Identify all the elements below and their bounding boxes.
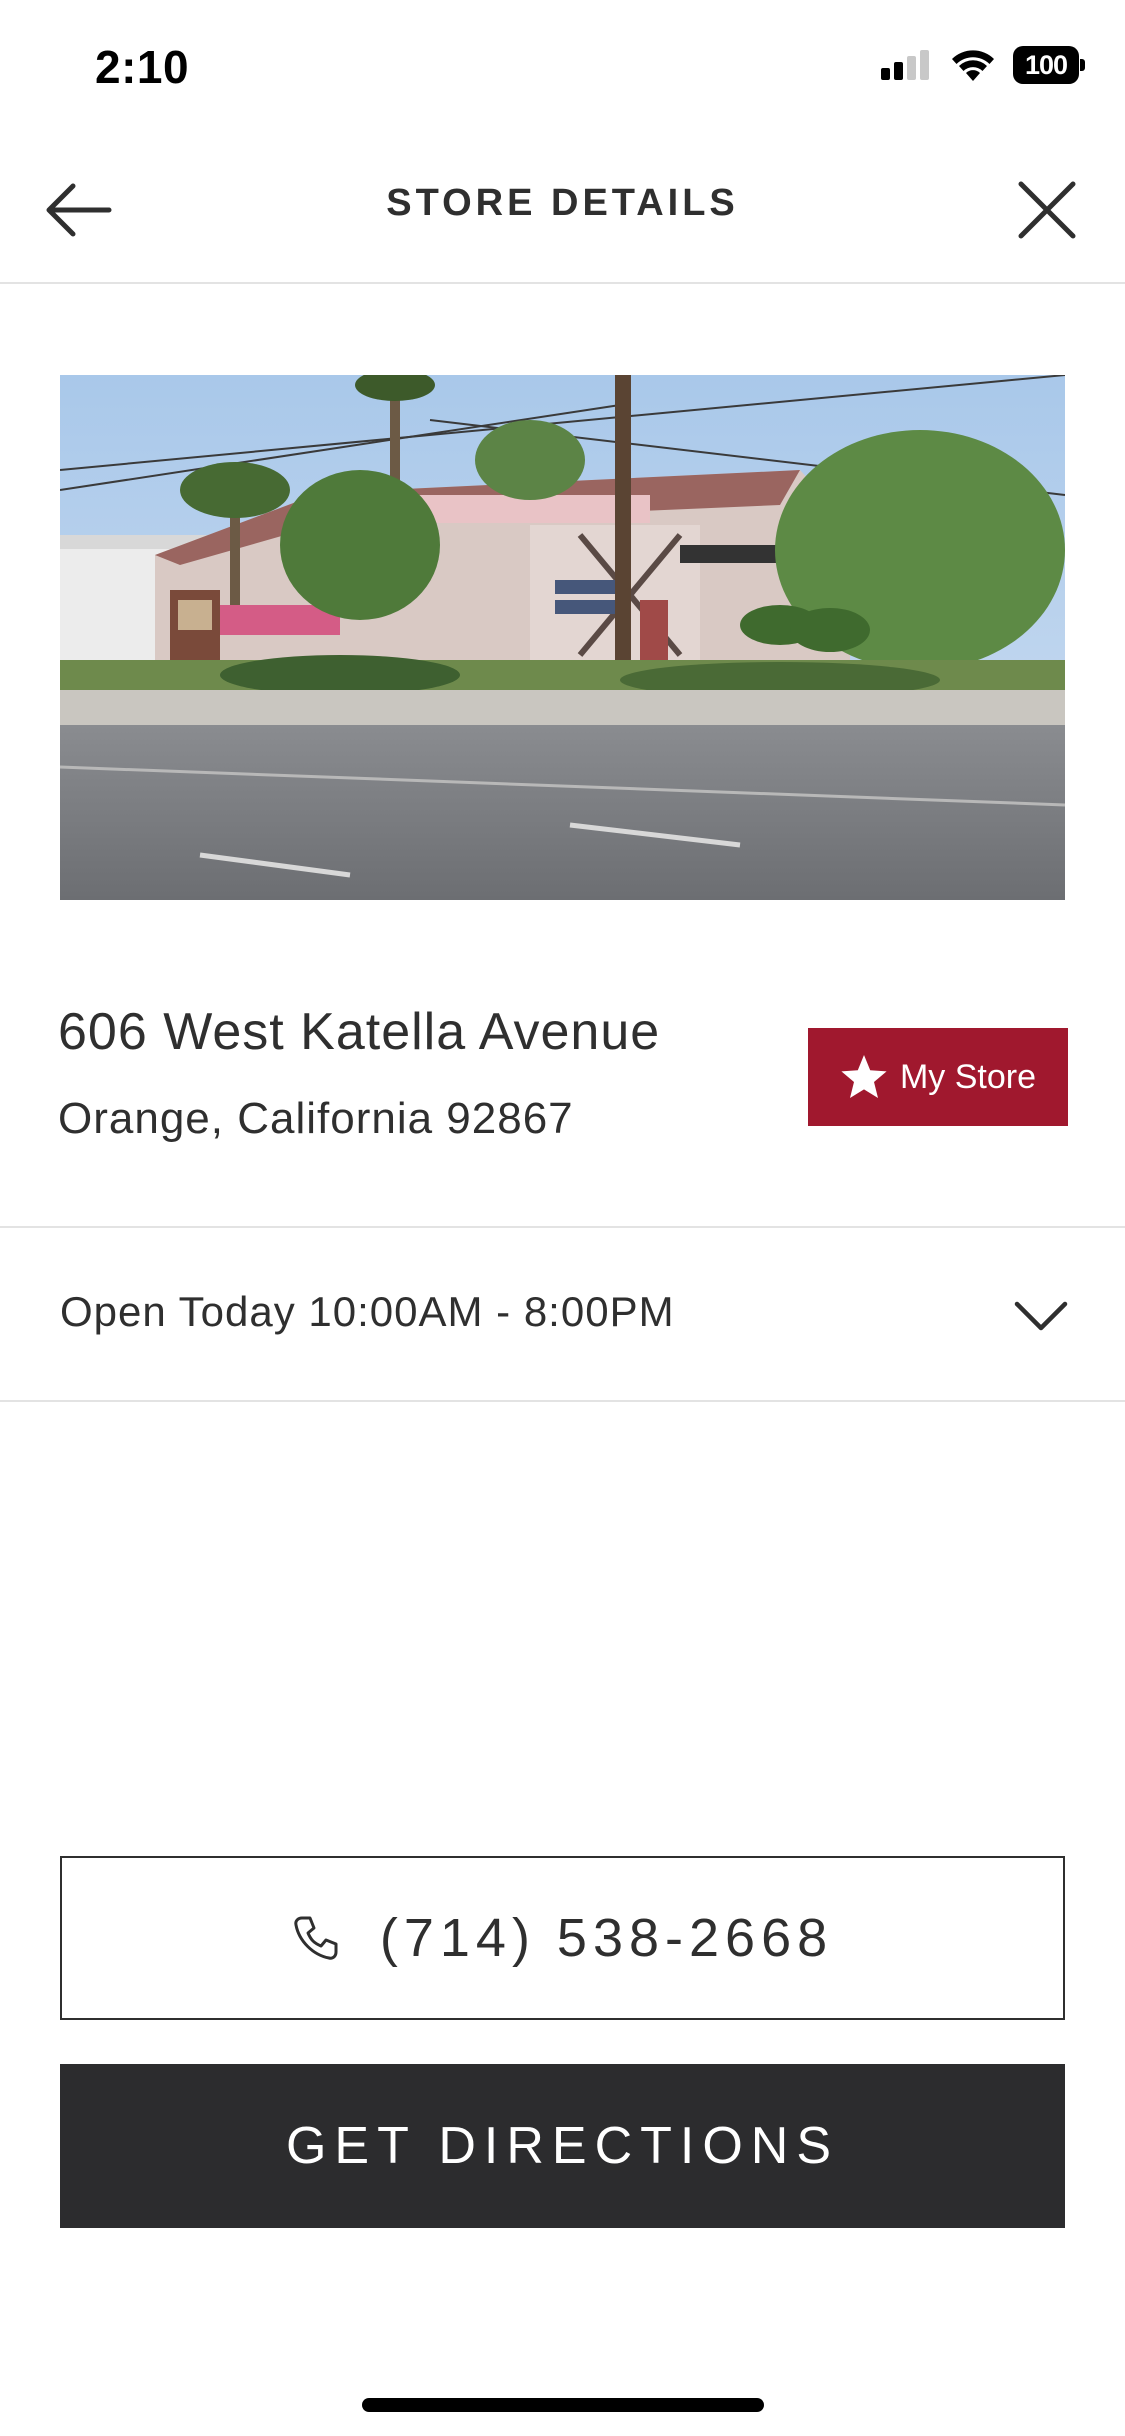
phone-number: (714) 538-2668 xyxy=(379,1908,834,1968)
home-indicator xyxy=(362,2398,764,2412)
star-icon xyxy=(841,1055,887,1098)
cellular-signal-icon xyxy=(881,50,929,80)
store-address-line1: 606 West Katella Avenue xyxy=(58,1003,661,1061)
my-store-label: My Store xyxy=(899,1057,1037,1096)
status-icons: 100 xyxy=(879,46,1085,84)
close-button[interactable] xyxy=(1009,172,1085,248)
header: STORE DETAILS xyxy=(0,132,1125,284)
divider xyxy=(0,1400,1125,1402)
status-bar: 2:10 100 xyxy=(0,0,1125,132)
store-photo xyxy=(60,375,1065,900)
my-store-button[interactable]: My Store xyxy=(808,1028,1068,1126)
page-title: STORE DETAILS xyxy=(386,182,739,224)
status-time: 2:10 xyxy=(95,41,190,93)
store-hours-row[interactable]: Open Today 10:00AM - 8:00PM xyxy=(0,1228,1125,1400)
store-address-line2: Orange, California 92867 xyxy=(58,1094,574,1143)
close-icon xyxy=(1018,181,1076,239)
battery-level: 100 xyxy=(1013,46,1079,84)
phone-icon xyxy=(294,1916,338,1960)
chevron-down-icon xyxy=(1014,1301,1068,1331)
call-store-button[interactable]: (714) 538-2668 xyxy=(60,1856,1065,2020)
store-hours-text: Open Today 10:00AM - 8:00PM xyxy=(60,1288,675,1335)
battery-icon: 100 xyxy=(1013,46,1085,84)
get-directions-button[interactable]: GET DIRECTIONS xyxy=(60,2064,1065,2228)
wifi-icon xyxy=(952,50,994,81)
